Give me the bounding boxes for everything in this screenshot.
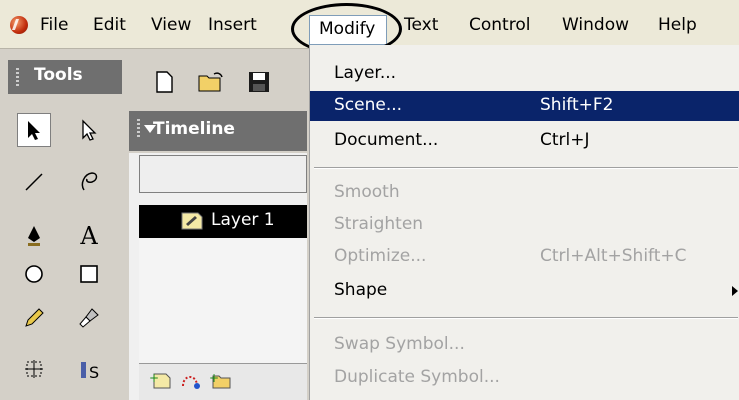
- menu-item-optimize: Optimize... Ctrl+Alt+Shift+C: [334, 246, 687, 266]
- menu-window[interactable]: Window: [562, 13, 629, 37]
- menu-view[interactable]: View: [151, 13, 191, 37]
- svg-text:+: +: [209, 371, 219, 385]
- modify-menu-dropdown: Layer... Scene... Shift+F2 Document... C…: [309, 45, 739, 400]
- menu-item-straighten: Straighten: [334, 214, 424, 234]
- menu-item-document[interactable]: Document... Ctrl+J: [310, 126, 739, 156]
- layer-row[interactable]: Layer 1: [139, 205, 307, 238]
- main-toolbar: [128, 49, 308, 109]
- menu-item-duplicate-symbol: Duplicate Symbol...: [334, 367, 500, 387]
- brush-tool-icon[interactable]: [72, 301, 106, 335]
- insert-layer-folder-icon[interactable]: +: [209, 370, 233, 395]
- subselect-tool-icon[interactable]: [72, 113, 106, 147]
- save-icon[interactable]: [248, 71, 270, 98]
- submenu-arrow-icon: [732, 286, 738, 296]
- line-tool-icon[interactable]: [17, 165, 51, 199]
- tools-title: Tools: [34, 65, 83, 85]
- pen-tool-icon[interactable]: [17, 219, 51, 253]
- oval-tool-icon[interactable]: [17, 257, 51, 291]
- lasso-tool-icon[interactable]: [72, 165, 106, 199]
- new-file-icon[interactable]: [155, 71, 175, 98]
- layer-name: Layer 1: [211, 210, 275, 230]
- menu-insert[interactable]: Insert: [208, 13, 288, 37]
- arrow-tool-icon[interactable]: [17, 113, 51, 147]
- pencil-tool-icon[interactable]: [17, 301, 51, 335]
- menu-bar: File Edit View Insert Modify Text Contro…: [0, 0, 739, 55]
- layer-buttons-bar: + +: [139, 364, 307, 400]
- timeline-panel-header[interactable]: Timeline: [129, 111, 307, 151]
- menu-item-scene[interactable]: Scene... Shift+F2: [310, 91, 739, 121]
- layer-list-area: [139, 238, 307, 364]
- app-icon[interactable]: [10, 16, 28, 34]
- menu-file[interactable]: File: [40, 13, 68, 37]
- menu-item-swap-symbol: Swap Symbol...: [334, 334, 465, 354]
- menu-item-shape[interactable]: Shape: [310, 276, 739, 306]
- svg-text:+: +: [149, 371, 159, 385]
- layer-icon: [181, 212, 203, 235]
- menu-item-smooth: Smooth: [334, 182, 400, 202]
- menu-control[interactable]: Control: [469, 13, 530, 37]
- free-transform-tool-icon[interactable]: [17, 352, 51, 386]
- fill-transform-tool-icon[interactable]: S: [72, 352, 106, 386]
- insert-layer-icon[interactable]: +: [149, 370, 173, 395]
- menu-separator: [314, 317, 738, 319]
- grip-icon[interactable]: [137, 119, 140, 137]
- grip-icon[interactable]: [16, 68, 19, 86]
- timeline-title: Timeline: [153, 119, 235, 139]
- add-motion-guide-icon[interactable]: [179, 370, 203, 395]
- rectangle-tool-icon[interactable]: [72, 257, 106, 291]
- menu-edit[interactable]: Edit: [93, 13, 126, 37]
- menu-item-layer[interactable]: Layer...: [310, 59, 739, 89]
- svg-text:S: S: [89, 363, 99, 380]
- menu-text[interactable]: Text: [404, 13, 438, 37]
- timeline-header-row: [139, 155, 307, 193]
- text-tool-icon[interactable]: A: [72, 219, 106, 253]
- tools-panel-header[interactable]: Tools: [8, 60, 122, 94]
- open-folder-icon[interactable]: [198, 71, 224, 98]
- menu-help[interactable]: Help: [658, 13, 697, 37]
- menu-separator: [314, 167, 738, 169]
